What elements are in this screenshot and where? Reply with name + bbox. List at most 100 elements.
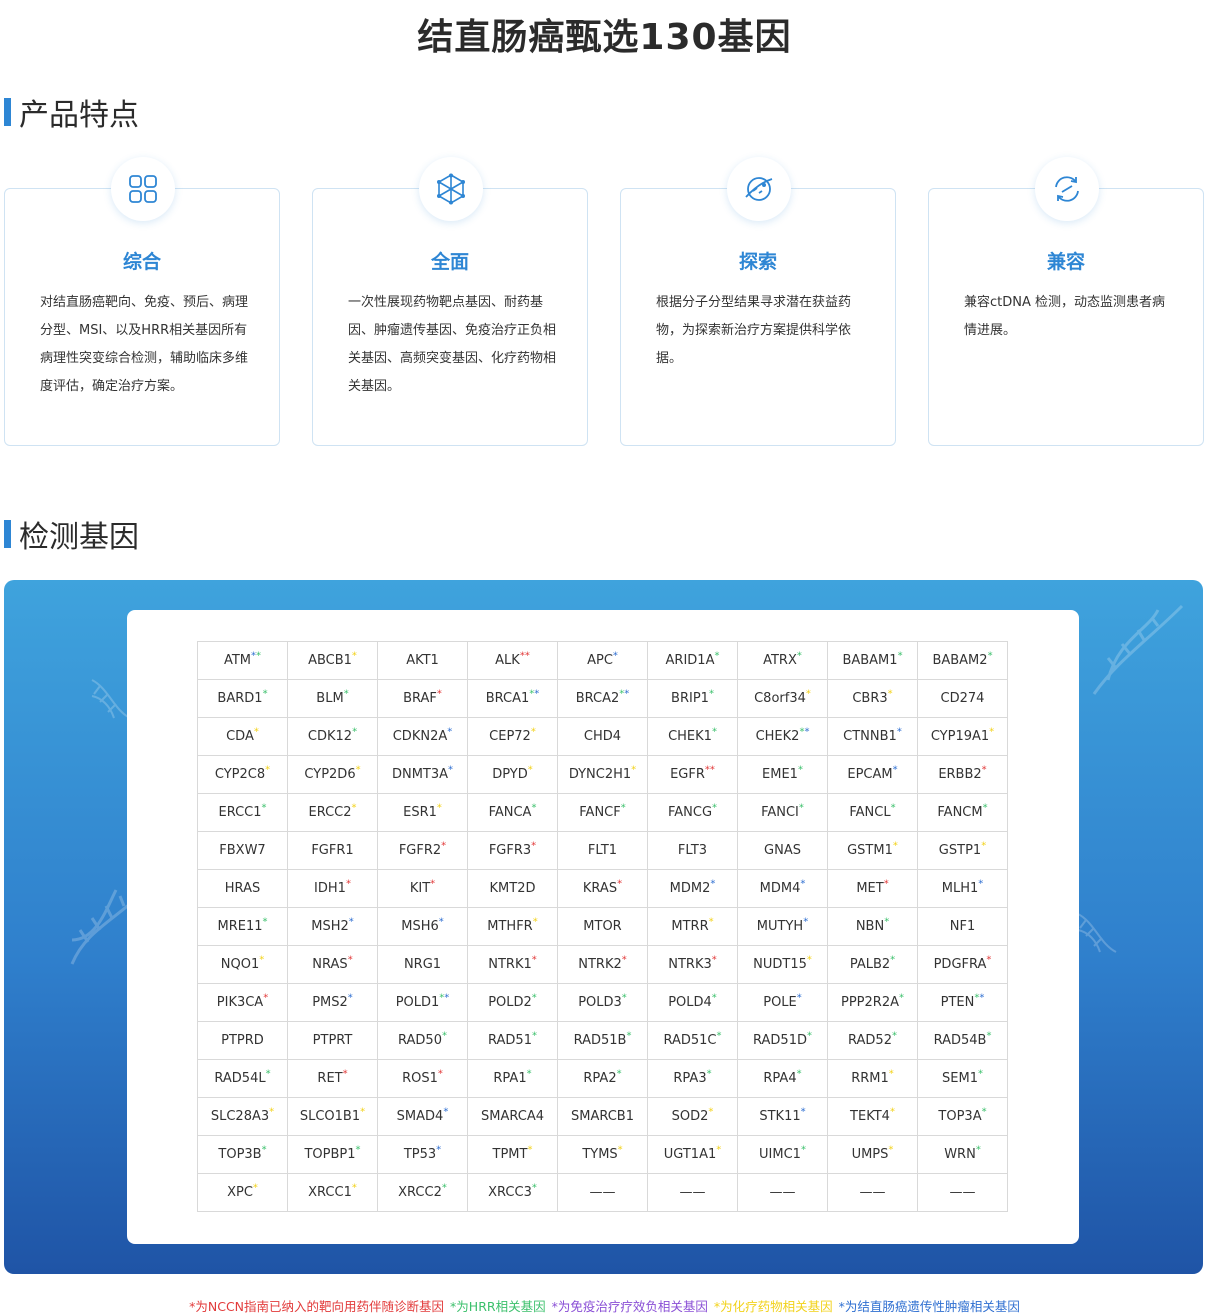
gene-cell: FANCI* (737, 793, 828, 832)
gene-name: BARD1 (217, 691, 263, 706)
gene-name: RPA3 (673, 1071, 707, 1086)
gene-name: XRCC1 (308, 1185, 352, 1200)
gene-name: CD274 (940, 691, 985, 706)
gene-marker: * (438, 916, 444, 928)
gene-cell: NTRK1* (467, 945, 558, 984)
gene-cell: SLC28A3* (197, 1097, 288, 1136)
gene-name: —— (949, 1185, 976, 1200)
gene-marker: * (531, 802, 537, 814)
gene-marker: * (448, 764, 454, 776)
legend-item: *为NCCN指南已纳入的靶向用药伴随诊断基因 (189, 1299, 445, 1314)
gene-name: PALB2 (849, 957, 891, 972)
card-body: 对结直肠癌靶向、免疫、预后、病理分型、MSI、以及HRR相关基因所有病理性突变综… (40, 295, 249, 394)
gene-marker: * (532, 916, 538, 928)
card-body: 兼容ctDNA 检测，动态监测患者病情进展。 (964, 295, 1166, 338)
gene-name: MTOR (583, 919, 622, 934)
gene-name: DYNC2H1 (568, 767, 632, 782)
gene-name: CDK12 (307, 729, 353, 744)
gene-name: MUTYH (756, 919, 804, 934)
gene-marker: * (892, 840, 898, 852)
gene-cell: POLD3* (557, 983, 648, 1022)
gene-marker: * (897, 650, 903, 662)
gene-name: GSTM1 (847, 843, 893, 858)
gene-name: BABAM2 (932, 653, 988, 668)
gene-name: CEP72 (489, 729, 531, 744)
gene-name: MET (856, 881, 884, 896)
gene-name: TP53 (403, 1147, 437, 1162)
gene-cell: BARD1* (197, 679, 288, 718)
gene-cell: CDKN2A* (377, 717, 468, 756)
gene-name: TEKT4 (850, 1109, 890, 1124)
gene-name: SMARCA4 (481, 1109, 544, 1124)
gene-marker: * (800, 878, 806, 890)
card-title: 兼容 (1046, 251, 1085, 273)
gene-name: PMS2 (312, 995, 348, 1010)
gene-cell: —— (647, 1173, 738, 1212)
heading-accent-bar (4, 520, 11, 548)
gene-marker: * (978, 878, 984, 890)
gene-marker: * (896, 726, 902, 738)
gene-cell: SLCO1B1* (287, 1097, 378, 1136)
gene-name: MTRR (671, 919, 709, 934)
gene-name: HRAS (224, 881, 261, 896)
gene-name: ERCC1 (218, 805, 262, 820)
gene-cell: MRE11* (197, 907, 288, 946)
legend-item: *为HRR相关基因 (450, 1299, 546, 1314)
gene-name: —— (769, 1185, 796, 1200)
gene-cell: PTPRD (197, 1021, 288, 1060)
gene-name: PTPRT (312, 1033, 353, 1048)
gene-cell: MTRR* (647, 907, 738, 946)
gene-marker: * (621, 954, 627, 966)
legend: *为NCCN指南已纳入的靶向用药伴随诊断基因 *为HRR相关基因 *为免疫治疗疗效负… (0, 1296, 1209, 1315)
gene-name: CTNNB1 (843, 729, 897, 744)
gene-name: POLD1 (395, 995, 440, 1010)
gene-name: DPYD (492, 767, 528, 782)
gene-marker: * (631, 764, 637, 776)
gene-cell: RAD54L* (197, 1059, 288, 1098)
planet-search-icon (727, 157, 791, 221)
gene-marker: * (890, 802, 896, 814)
gene-cell: DYNC2H1* (557, 755, 648, 794)
section-heading-genes: 检测基因 (4, 512, 139, 556)
gene-name: FBXW7 (219, 843, 266, 858)
gene-name: IDH1 (314, 881, 346, 896)
gene-row: ERCC1* ERCC2* ESR1* FANCA* FANCF* FANCG* FANCI… (197, 793, 1008, 832)
gene-marker: * (806, 954, 812, 966)
gene-cell: FANCM* (917, 793, 1008, 832)
gene-name: MSH2 (311, 919, 349, 934)
gene-cell: RAD51D* (737, 1021, 828, 1060)
gene-name: RAD51C (663, 1033, 717, 1048)
gene-name: BLM (316, 691, 344, 706)
gene-cell: UGT1A1* (647, 1135, 738, 1174)
gene-row: RAD54L* RET* ROS1* RPA1* RPA2* RPA3* RPA4* RRM1… (197, 1059, 1008, 1098)
gene-marker: * (892, 764, 898, 776)
gene-marker: * (263, 992, 269, 1004)
gene-name: STK11 (759, 1109, 801, 1124)
gene-marker: * (981, 840, 987, 852)
gene-name: CDKN2A (392, 729, 448, 744)
gene-name: ARID1A (665, 653, 715, 668)
gene-cell: CHEK1* (647, 717, 738, 756)
gene-cell: FANCL* (827, 793, 918, 832)
gene-name: SEM1 (942, 1071, 978, 1086)
gene-cell: ABCB1* (287, 641, 378, 680)
gene-marker: * (887, 688, 893, 700)
gene-marker: * (351, 802, 357, 814)
gene-row: FBXW7 FGFR1 FGFR2* FGFR3* FLT1 FLT3 GNAS GSTM1*… (197, 831, 1008, 870)
gene-cell: FANCA* (467, 793, 558, 832)
gene-marker: * (798, 802, 804, 814)
gene-marker: * (891, 1030, 897, 1042)
gene-name: ABCB1 (308, 653, 352, 668)
gene-cell: AKT1 (377, 641, 468, 680)
gene-marker: * (709, 764, 715, 776)
gene-cell: TOP3A* (917, 1097, 1008, 1136)
gene-marker: * (526, 1068, 532, 1080)
gene-cell: XRCC2* (377, 1173, 468, 1212)
gene-row: BARD1* BLM* BRAF* BRCA1** BRCA2** BRIP1* C8orf… (197, 679, 1008, 718)
gene-cell: FBXW7 (197, 831, 288, 870)
gene-cell: —— (737, 1173, 828, 1212)
gene-marker: * (796, 650, 802, 662)
gene-cell: CHD4 (557, 717, 648, 756)
gene-name: FANCM (937, 805, 983, 820)
gene-marker: * (806, 1030, 812, 1042)
